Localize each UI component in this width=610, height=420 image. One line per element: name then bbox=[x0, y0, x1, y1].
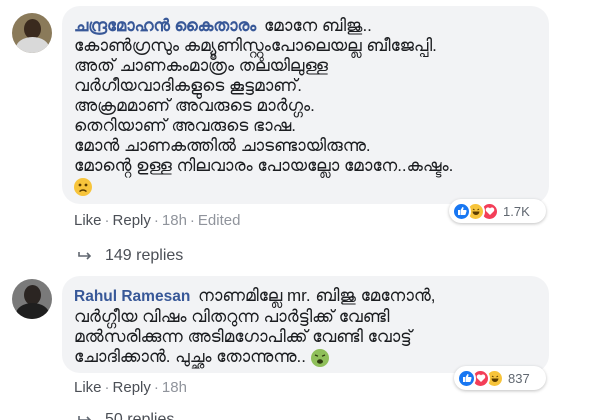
separator-dot: · bbox=[153, 212, 159, 229]
comment-text: Rahul Ramesan നാണമില്ലേ mr. ബിജു മേനോൻ, … bbox=[74, 286, 537, 367]
timestamp[interactable]: 18h bbox=[162, 212, 187, 229]
comment-author[interactable]: Rahul Ramesan bbox=[74, 288, 190, 305]
replies-count-label[interactable]: 149 replies bbox=[105, 247, 183, 265]
reply-arrow-icon bbox=[78, 249, 92, 264]
reaction-count: 837 bbox=[508, 370, 530, 386]
comment-line: തെറിയാണ് അവരുടെ ഭാഷ. bbox=[74, 116, 296, 135]
like-link[interactable]: Like bbox=[74, 212, 102, 229]
comment-author[interactable]: ചന്ദ്രമോഹൻ കൈതാരം bbox=[74, 17, 256, 35]
separator-dot: · bbox=[104, 212, 110, 229]
comment-line: കോൺഗ്രസും കമ്യൂണിസ്റ്റുംപോലെയല്ല ബീജേപ്പ… bbox=[74, 36, 437, 55]
comment-line: മോൻ ചാണകത്തിൽ ചാടണ്ടായിരുന്നു. bbox=[74, 136, 371, 155]
view-replies-link[interactable]: 149 replies bbox=[78, 247, 183, 265]
comment-line: മോൻ്റെ ഉള്ള നിലവാരം പോയല്ലോ മോനേ..കഷ്ടം. bbox=[74, 156, 454, 175]
avatar[interactable] bbox=[12, 13, 52, 53]
comment-line: വർഗ്ഗീയ വിഷം വിതറുന്ന പാർട്ടിക്ക് വേണ്ടി bbox=[74, 307, 390, 326]
comment-line: അത് ചാണകംമാത്രം തലയിലുള്ള bbox=[74, 56, 328, 75]
edited-label[interactable]: Edited bbox=[198, 212, 241, 229]
like-link[interactable]: Like bbox=[74, 379, 102, 396]
reply-arrow-icon bbox=[78, 413, 92, 420]
comment-bubble: ചന്ദ്രമോഹൻ കൈതാരം മോനേ ബിജു.. കോൺഗ്രസും … bbox=[62, 6, 549, 204]
comment-bubble: Rahul Ramesan നാണമില്ലേ mr. ബിജു മേനോൻ, … bbox=[62, 276, 549, 373]
reactions-summary[interactable]: 1.7K bbox=[449, 199, 546, 223]
comment-line: അക്രമമാണ് അവരുടെ മാർഗ്ഗം. bbox=[74, 96, 315, 115]
comment-text: ചന്ദ്രമോഹൻ കൈതാരം മോനേ ബിജു.. കോൺഗ്രസും … bbox=[74, 16, 537, 196]
comment-line: മോനേ ബിജു.. bbox=[263, 16, 372, 35]
like-reaction-icon bbox=[457, 368, 476, 388]
view-replies-link[interactable]: 50 replies bbox=[78, 411, 174, 420]
reply-link[interactable]: Reply bbox=[113, 379, 151, 396]
separator-dot: · bbox=[189, 212, 195, 229]
comment-line: വർഗീയവാദികളുടെ കൂട്ടമാണ്. bbox=[74, 76, 303, 95]
comment-line: മൽസരിക്കുന്ന അടിമഗോപിക്ക് വേണ്ടി വോട്ട് bbox=[74, 327, 412, 346]
sad-face-emoji-icon bbox=[74, 177, 92, 196]
comment-line: ചോദിക്കാൻ. പുച്ഛം തോന്നുന്നു.. bbox=[74, 347, 306, 366]
separator-dot: · bbox=[153, 379, 159, 396]
like-reaction-icon bbox=[452, 201, 471, 221]
reactions-summary[interactable]: 837 bbox=[454, 366, 546, 390]
reply-link[interactable]: Reply bbox=[113, 212, 151, 229]
comment-actions: Like · Reply · 18h · Edited bbox=[74, 212, 240, 229]
comment-line: നാണമില്ലേ mr. ബിജു മേനോൻ, bbox=[198, 286, 436, 305]
nauseated-face-emoji-icon bbox=[310, 348, 329, 367]
replies-count-label[interactable]: 50 replies bbox=[105, 411, 174, 420]
avatar[interactable] bbox=[12, 279, 52, 319]
comment-actions: Like · Reply · 18h bbox=[74, 379, 187, 396]
timestamp[interactable]: 18h bbox=[162, 379, 187, 396]
reaction-count: 1.7K bbox=[503, 203, 530, 219]
separator-dot: · bbox=[104, 379, 110, 396]
